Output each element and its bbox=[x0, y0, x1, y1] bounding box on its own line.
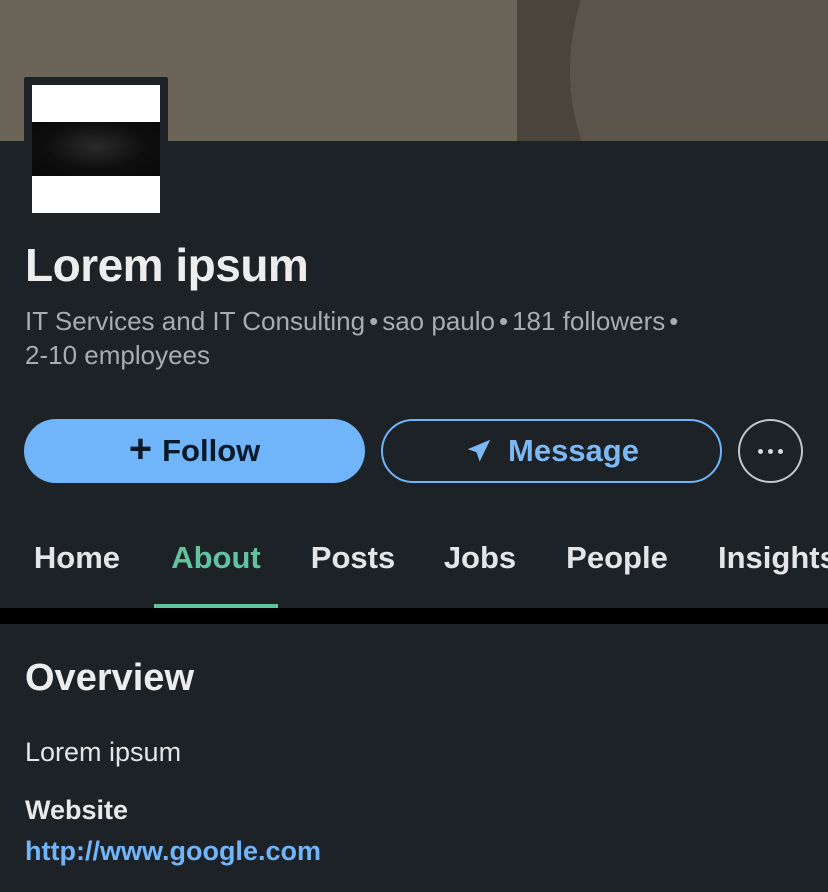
website-link[interactable]: http://www.google.com bbox=[25, 836, 321, 867]
website-label: Website bbox=[25, 795, 129, 825]
tab-home[interactable]: Home bbox=[18, 510, 136, 606]
message-button[interactable]: Message bbox=[381, 419, 722, 483]
company-meta: IT Services and IT Consulting • sao paulo •… bbox=[25, 304, 815, 372]
employee-count[interactable]: 2-10 employees bbox=[25, 340, 210, 370]
location: sao paulo bbox=[382, 306, 495, 336]
company-page: Lorem ipsum IT Services and IT Consultin… bbox=[0, 0, 828, 892]
overview-description: Lorem ipsum bbox=[25, 737, 182, 767]
company-logo[interactable] bbox=[24, 77, 168, 221]
page-tabs: Home About Posts Jobs People Insights bbox=[0, 510, 828, 609]
plus-icon: + bbox=[128, 427, 153, 471]
tab-insights[interactable]: Insights bbox=[702, 510, 828, 606]
tab-jobs[interactable]: Jobs bbox=[428, 510, 532, 606]
tab-posts[interactable]: Posts bbox=[296, 510, 410, 606]
follow-label: Follow bbox=[162, 433, 261, 468]
separator-dot: • bbox=[498, 306, 509, 336]
more-options-button[interactable] bbox=[738, 419, 803, 483]
tab-people[interactable]: People bbox=[550, 510, 684, 606]
send-icon bbox=[467, 439, 491, 462]
company-name: Lorem ipsum bbox=[25, 239, 309, 291]
follow-button[interactable]: + Follow bbox=[24, 419, 365, 483]
message-label: Message bbox=[508, 433, 639, 468]
industry: IT Services and IT Consulting bbox=[25, 306, 366, 336]
more-icon bbox=[758, 448, 783, 454]
followers-count[interactable]: 181 followers bbox=[512, 306, 665, 336]
separator-dot: • bbox=[369, 306, 379, 336]
overview-title: Overview bbox=[25, 657, 194, 699]
separator-dot: • bbox=[669, 306, 679, 336]
tab-about[interactable]: About bbox=[154, 510, 278, 608]
section-divider bbox=[0, 608, 828, 624]
